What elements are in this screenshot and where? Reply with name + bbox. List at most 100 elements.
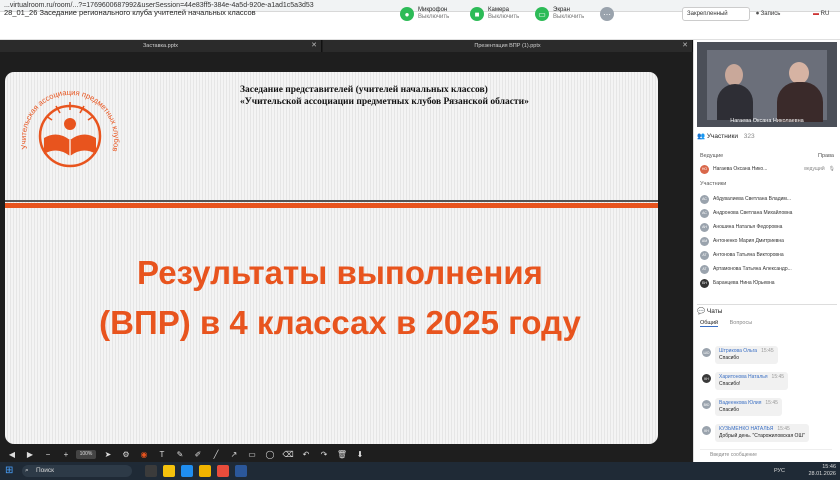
task-view-icon[interactable]	[145, 465, 157, 477]
message-author: Вадеенкова Юлия	[719, 400, 762, 406]
people-icon: 👥	[697, 133, 707, 140]
microphone-sub: Выключить	[418, 14, 450, 20]
participant-row[interactable]: АМ Антоненко Мария Дмитриевна	[700, 235, 835, 247]
explorer-icon[interactable]	[199, 465, 211, 477]
layout-select[interactable]: Закрепленный	[682, 7, 750, 21]
prev-slide-icon[interactable]: ◀	[6, 449, 18, 461]
edge-icon[interactable]	[181, 465, 193, 477]
screen-share-button[interactable]: ▭ Экран Выключить	[535, 3, 584, 25]
tab-presentation[interactable]: Презентация ВПР (1).pptx ✕	[323, 40, 693, 52]
taskbar-search[interactable]: ⌕ Поиск	[22, 465, 132, 477]
chat-message: ШО Штрикова Ольга 15:45 Спасибо	[702, 346, 832, 364]
screen-icon: ▭	[535, 7, 549, 21]
color-picker-icon[interactable]: ◉	[138, 449, 150, 461]
participant-row[interactable]: АН Аношина Наталья Федоровна	[700, 221, 835, 233]
message-time: 15:45	[761, 348, 774, 354]
participant-row[interactable]: АТ Артамонова Татьяна Александр...	[700, 263, 835, 275]
arrow-icon[interactable]: ↗	[228, 449, 240, 461]
eraser-icon[interactable]: ⌫	[282, 449, 294, 461]
leader-row[interactable]: НО Нагаева Оксана Нико... ведущий 🎙	[700, 163, 835, 175]
language-switch[interactable]: ▬ RU	[813, 7, 829, 21]
clear-icon[interactable]: 🗑	[336, 449, 348, 461]
microphone-button[interactable]: ● Микрофон Выключить	[400, 3, 449, 25]
screen-sub: Выключить	[553, 14, 585, 20]
message-text: Спасибо!	[719, 381, 741, 387]
members-label: Участники	[700, 181, 727, 187]
yandex-icon[interactable]	[217, 465, 229, 477]
chat-icon: 💬	[697, 308, 707, 315]
chat-header[interactable]: 💬 Чаты	[697, 304, 837, 318]
slide-header: Заседание представителей (учителей начал…	[240, 84, 660, 108]
participant-row[interactable]: АС Абдувалиева Светлана Владим...	[700, 193, 835, 205]
message-author: Штрикова Ольга	[719, 348, 758, 354]
participants-title: Участники	[706, 133, 738, 140]
chrome-icon[interactable]	[163, 465, 175, 477]
taskbar: ⊞ ⌕ Поиск РУС 15:46 28.01.2026	[0, 462, 840, 480]
tab-zastavka[interactable]: Заставка.pptx ✕	[0, 40, 322, 52]
screen-label: Экран	[553, 7, 570, 13]
message-time: 15:45	[777, 426, 790, 432]
microphone-icon: ●	[400, 7, 414, 21]
record-button[interactable]: ⏺ Запись	[756, 7, 780, 21]
pointer-icon[interactable]: ➤	[102, 449, 114, 461]
message-time: 15:45	[765, 400, 778, 406]
more-button[interactable]: ⋯	[600, 3, 618, 25]
word-icon[interactable]	[235, 465, 247, 477]
ellipse-icon[interactable]: ◯	[264, 449, 276, 461]
close-icon[interactable]: ✕	[311, 40, 317, 52]
speaker-video[interactable]	[697, 42, 837, 127]
slide-divider	[5, 200, 658, 202]
marker-icon[interactable]: ✐	[192, 449, 204, 461]
chat-input[interactable]: Введите сообщение	[700, 449, 832, 459]
tab-label: Презентация ВПР (1).pptx	[474, 43, 541, 49]
avatar: КН	[702, 426, 711, 435]
flag-icon: ▬	[813, 11, 821, 17]
tray-lang: РУС	[774, 468, 786, 474]
slide-title-line1: Результаты выполнения	[137, 254, 543, 291]
rectangle-icon[interactable]: ▭	[246, 449, 258, 461]
participant-row[interactable]: АС Андронова Светлана Михайловна	[700, 207, 835, 219]
save-icon[interactable]: ⬇	[354, 449, 366, 461]
participants-header[interactable]: 👥 Участники 323	[697, 130, 837, 143]
chat-tabs: Общий Вопросы	[700, 320, 762, 327]
camera-button[interactable]: ■ Камера Выключить	[470, 3, 519, 25]
camera-sub: Выключить	[488, 14, 520, 20]
slide-header-line1: Заседание представителей (учителей начал…	[240, 85, 488, 95]
rights-label: Права	[818, 153, 834, 159]
tab-questions[interactable]: Вопросы	[730, 320, 753, 326]
participant-name: Баранцева Нина Юрьевна	[713, 280, 775, 286]
participant-name: Антоненко Мария Дмитриевна	[713, 238, 784, 244]
camera-label: Камера	[488, 7, 509, 13]
avatar: НО	[700, 164, 709, 174]
record-label: Запись	[760, 11, 781, 17]
settings-icon[interactable]: ⚙	[120, 449, 132, 461]
zoom-level[interactable]: 100%	[76, 450, 96, 459]
avatar: ВЮ	[702, 400, 711, 409]
line-icon[interactable]: ╱	[210, 449, 222, 461]
text-tool-icon[interactable]: T	[156, 449, 168, 461]
close-icon[interactable]: ✕	[682, 40, 688, 52]
speaker-name: Нагаева Оксана Николаевна	[730, 118, 804, 124]
participant-row[interactable]: АТ Антонова Татьяна Викторовна	[700, 249, 835, 261]
next-slide-icon[interactable]: ▶	[24, 449, 36, 461]
redo-icon[interactable]: ↷	[318, 449, 330, 461]
slide-title-line2: (ВПР) в 4 классах в 2025 году	[99, 304, 581, 341]
language-label: RU	[820, 11, 830, 17]
message-author: Харитонова Наталья	[719, 374, 768, 380]
tab-general[interactable]: Общий	[700, 320, 719, 327]
zoom-in-icon[interactable]: +	[60, 449, 72, 461]
system-tray[interactable]: РУС 15:46 28.01.2026	[770, 464, 836, 478]
slide-accent-bar	[5, 203, 658, 208]
participant-name: Антонова Татьяна Викторовна	[713, 252, 784, 258]
undo-icon[interactable]: ↶	[300, 449, 312, 461]
participant-row[interactable]: БН Баранцева Нина Юрьевна	[700, 277, 835, 289]
windows-start-icon[interactable]: ⊞	[5, 465, 17, 477]
pen-icon[interactable]: ✎	[174, 449, 186, 461]
participant-name: Аношина Наталья Федоровна	[713, 224, 783, 230]
avatar: АС	[700, 208, 709, 218]
participants-count: 323	[743, 133, 755, 140]
zoom-out-icon[interactable]: −	[42, 449, 54, 461]
taskbar-search-label: Поиск	[36, 467, 55, 474]
avatar: КН	[702, 374, 711, 383]
leaders-label: Ведущие	[700, 153, 724, 159]
